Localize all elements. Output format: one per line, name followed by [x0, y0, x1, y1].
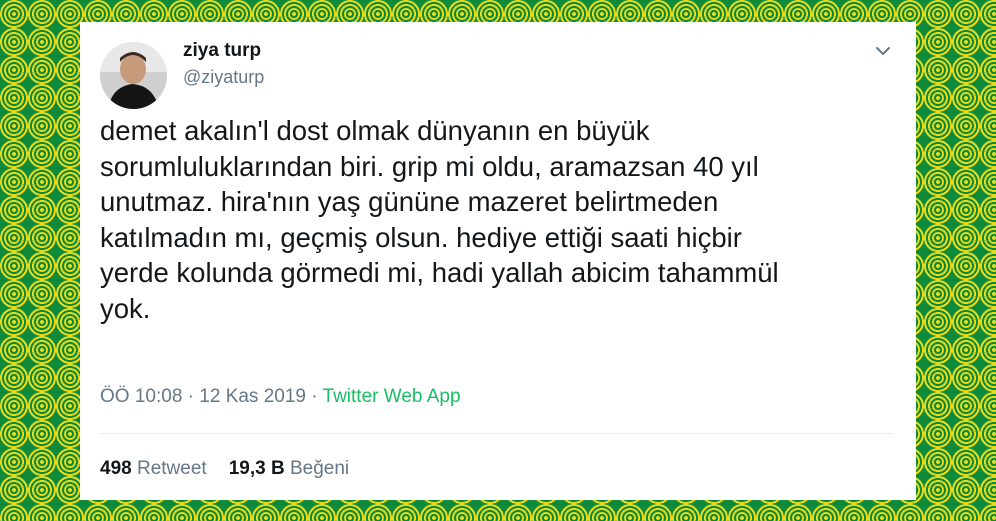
tweet-date[interactable]: 12 Kas 2019 [199, 386, 306, 407]
tweet-card: ziya turp @ziyaturp demet akalın'l dost … [80, 22, 916, 500]
meta-separator: · [311, 386, 318, 407]
tweet-meta: ÖÖ 10:08 · 12 Kas 2019 · Twitter Web App [100, 386, 461, 408]
retweet-stat[interactable]: 498 Retweet [100, 458, 207, 479]
like-label: Beğeni [289, 458, 350, 479]
author-name[interactable]: ziya turp [183, 40, 261, 62]
tweet-stats: 498 Retweet 19,3 B Beğeni [100, 458, 349, 480]
retweet-count: 498 [100, 458, 132, 479]
divider [100, 433, 893, 434]
avatar[interactable] [100, 42, 167, 109]
like-count: 19,3 B [228, 458, 285, 479]
author-handle[interactable]: @ziyaturp [183, 67, 264, 88]
meta-separator: · [187, 386, 194, 407]
tweet-text: demet akalın'l dost olmak dünyanın en bü… [100, 115, 779, 324]
retweet-label: Retweet [136, 458, 207, 479]
tweet-source-link[interactable]: Twitter Web App [323, 386, 461, 407]
tweet-time[interactable]: ÖÖ 10:08 [100, 386, 182, 407]
chevron-down-icon[interactable] [872, 40, 894, 62]
like-stat[interactable]: 19,3 B Beğeni [229, 458, 349, 479]
avatar-image [100, 42, 167, 109]
